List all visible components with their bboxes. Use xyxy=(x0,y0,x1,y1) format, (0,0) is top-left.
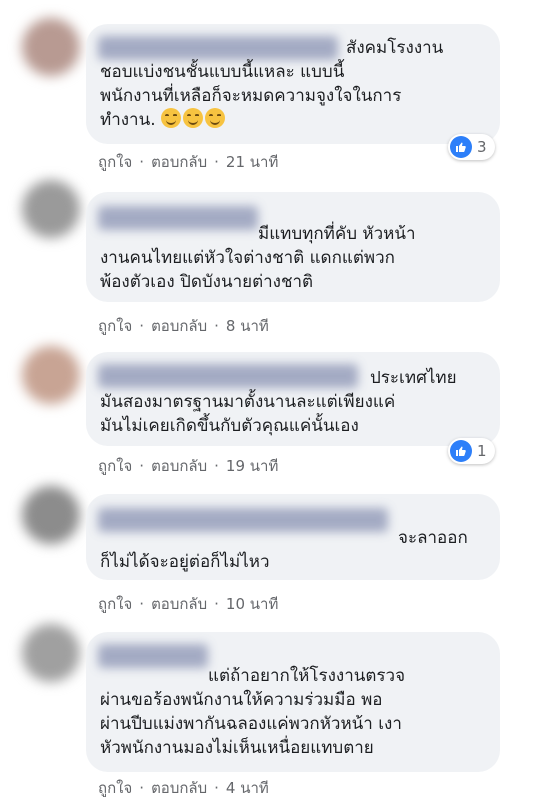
comment-actions: ถูกใจ · ตอบกลับ · 10 นาที xyxy=(98,592,278,616)
reply-link[interactable]: ตอบกลับ xyxy=(151,454,207,478)
comment-bubble: จะลาออก ก็ไม่ได้จะอยู่ต่อก็ไม่ไหว xyxy=(86,494,500,580)
like-icon xyxy=(450,440,472,462)
avatar[interactable] xyxy=(22,486,80,544)
comment-text-lead: มีแทบทุกที่คับ หัวหน้า xyxy=(258,224,416,244)
comment-text-line: งานคนไทยแต่หัวใจต่างชาติ แดกแต่พวก xyxy=(100,248,395,268)
avatar[interactable] xyxy=(22,624,80,682)
comment-actions: ถูกใจ · ตอบกลับ · 19 นาที xyxy=(98,454,278,478)
comment-text-lead: สังคมโรงงาน xyxy=(346,38,444,58)
comment-text: จะลาออก ก็ไม่ได้จะอยู่ต่อก็ไม่ไหว xyxy=(100,526,488,574)
comment-text-line: พ้องตัวเอง ปิดบังนายต่างชาติ xyxy=(100,272,314,292)
reaction-count-value: 1 xyxy=(477,442,487,460)
reply-link[interactable]: ตอบกลับ xyxy=(151,776,207,800)
like-link[interactable]: ถูกใจ xyxy=(98,314,132,338)
comment-text-lead: ประเทศไทย xyxy=(370,368,457,388)
comment-actions: ถูกใจ · ตอบกลับ · 4 นาที xyxy=(98,776,269,800)
comment-text-line: ผ่านปีบแม่งพากันฉลองแค่พวกหัวหน้า เงา xyxy=(100,714,402,734)
comment-bubble: มีแทบทุกที่คับ หัวหน้า งานคนไทยแต่หัวใจต… xyxy=(86,192,500,302)
reply-link[interactable]: ตอบกลับ xyxy=(151,592,207,616)
comment-text: ประเทศไทย มันสองมาตรฐานมาตั้งนานละแต่เพี… xyxy=(100,366,488,438)
comment-text-line: ก็ไม่ได้จะอยู่ต่อก็ไม่ไหว xyxy=(100,552,270,572)
reply-link[interactable]: ตอบกลับ xyxy=(151,150,207,174)
like-icon xyxy=(450,136,472,158)
comment-timestamp[interactable]: 4 นาที xyxy=(226,776,269,800)
like-link[interactable]: ถูกใจ xyxy=(98,454,132,478)
smiling-face-icon xyxy=(183,108,204,128)
like-link[interactable]: ถูกใจ xyxy=(98,592,132,616)
comment-text: สังคมโรงงาน ชอบแบ่งชนชั้นแบบนี้แหละ แบบน… xyxy=(100,36,488,132)
comment-bubble: ประเทศไทย มันสองมาตรฐานมาตั้งนานละแต่เพี… xyxy=(86,352,500,446)
comment-text: แต่ถ้าอยากให้โรงงานตรวจ ผ่านขอร้องพนักงา… xyxy=(100,664,488,760)
comment-text-line: ทำงาน. xyxy=(100,110,156,130)
comment-bubble: สังคมโรงงาน ชอบแบ่งชนชั้นแบบนี้แหละ แบบน… xyxy=(86,24,500,144)
reaction-count-value: 3 xyxy=(477,138,487,156)
smiling-face-icon xyxy=(161,108,182,128)
reply-link[interactable]: ตอบกลับ xyxy=(151,314,207,338)
reaction-count[interactable]: 3 xyxy=(448,134,495,160)
comment-actions: ถูกใจ · ตอบกลับ · 8 นาที xyxy=(98,314,269,338)
comment-timestamp[interactable]: 21 นาที xyxy=(226,150,278,174)
like-link[interactable]: ถูกใจ xyxy=(98,776,132,800)
comment-bubble: แต่ถ้าอยากให้โรงงานตรวจ ผ่านขอร้องพนักงา… xyxy=(86,632,500,772)
comment-text-line: มันไม่เคยเกิดขึ้นกับตัวคุณแค่นั้นเอง xyxy=(100,416,359,436)
avatar[interactable] xyxy=(22,18,80,76)
avatar[interactable] xyxy=(22,180,80,238)
reaction-count[interactable]: 1 xyxy=(448,438,495,464)
smiling-face-icon xyxy=(205,108,226,128)
comment-text-line: ผ่านขอร้องพนักงานให้ความร่วมมือ พอ xyxy=(100,690,383,710)
comment-text-line: พนักงานที่เหลือก็จะหมดความจูงใจในการ xyxy=(100,86,402,106)
comment-text-line: ชอบแบ่งชนชั้นแบบนี้แหละ แบบนี้ xyxy=(100,62,345,82)
comment-text-line: หัวพนักงานมองไม่เห็นเหนื่อยแทบตาย xyxy=(100,738,374,758)
avatar[interactable] xyxy=(22,346,80,404)
comment-text-lead: จะลาออก xyxy=(398,528,468,548)
comment-text-line: มันสองมาตรฐานมาตั้งนานละแต่เพียงแค่ xyxy=(100,392,396,412)
comment-text: มีแทบทุกที่คับ หัวหน้า งานคนไทยแต่หัวใจต… xyxy=(100,222,488,294)
comment-timestamp[interactable]: 19 นาที xyxy=(226,454,278,478)
comment-timestamp[interactable]: 10 นาที xyxy=(226,592,278,616)
like-link[interactable]: ถูกใจ xyxy=(98,150,132,174)
comment-actions: ถูกใจ · ตอบกลับ · 21 นาที xyxy=(98,150,278,174)
comment-timestamp[interactable]: 8 นาที xyxy=(226,314,269,338)
comment-text-lead: แต่ถ้าอยากให้โรงงานตรวจ xyxy=(208,666,406,686)
